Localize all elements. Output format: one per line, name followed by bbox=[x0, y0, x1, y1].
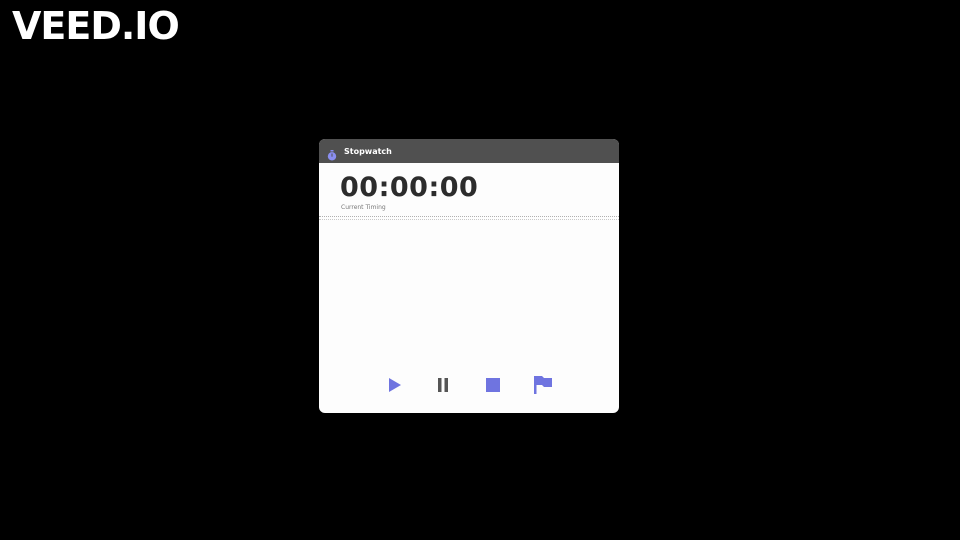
stopwatch-icon bbox=[327, 146, 337, 160]
section-divider bbox=[319, 216, 619, 217]
time-label: Current Timing bbox=[341, 204, 386, 211]
stop-button[interactable] bbox=[483, 375, 503, 395]
lap-button[interactable] bbox=[533, 375, 553, 395]
veed-watermark: VEED.IO bbox=[12, 4, 180, 48]
section-divider-secondary bbox=[319, 219, 619, 220]
stop-icon bbox=[485, 377, 501, 393]
stopwatch-window: Stopwatch 00:00:00 Current Timing bbox=[319, 139, 619, 413]
window-titlebar: Stopwatch bbox=[319, 139, 619, 163]
pause-button[interactable] bbox=[433, 375, 453, 395]
flag-icon bbox=[533, 375, 553, 395]
pause-icon bbox=[436, 377, 450, 393]
play-button[interactable] bbox=[385, 375, 405, 395]
play-icon bbox=[388, 377, 402, 393]
window-title: Stopwatch bbox=[344, 146, 392, 156]
control-bar bbox=[319, 375, 619, 395]
time-display: 00:00:00 bbox=[340, 172, 479, 203]
